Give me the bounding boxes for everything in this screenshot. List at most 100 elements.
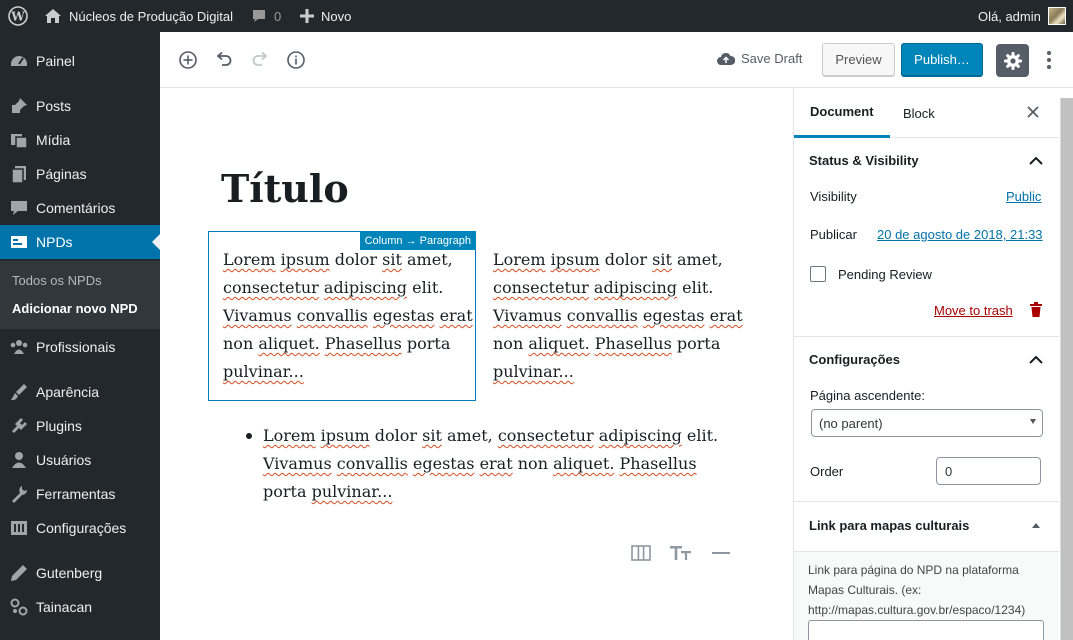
menu-item-tainacan[interactable]: Tainacan xyxy=(0,590,160,624)
chevron-up-icon[interactable] xyxy=(1028,351,1044,367)
settings-sidebar: Document Block Status & Visibility Visib… xyxy=(793,88,1073,640)
meta-box-description: Link para página do NPD na plataforma Ma… xyxy=(808,563,1026,617)
my-account-link[interactable]: Olá, admin xyxy=(978,0,1066,32)
undo-button[interactable] xyxy=(212,48,236,72)
columns-icon xyxy=(631,545,651,561)
menu-item-painel[interactable]: Painel xyxy=(0,44,160,78)
tab-block[interactable]: Block xyxy=(888,88,950,138)
info-button[interactable] xyxy=(284,48,308,72)
settings-toggle-button[interactable] xyxy=(996,44,1029,77)
npds-submenu: Todos os NPDs Adicionar novo NPD xyxy=(0,261,160,329)
menu-label: Configurações xyxy=(36,520,127,536)
tab-label: Block xyxy=(903,105,935,121)
brush-icon xyxy=(0,382,36,402)
panel-divider xyxy=(794,501,1059,502)
editor-toolbar: Save Draft Preview Publish… xyxy=(160,32,1073,88)
wordpress-logo-icon[interactable]: W xyxy=(8,0,28,32)
plus-icon xyxy=(300,9,314,23)
publish-label: Publish… xyxy=(914,52,970,67)
order-input[interactable]: 0 xyxy=(936,457,1041,485)
submenu-item-todos-os-npds[interactable]: Todos os NPDs xyxy=(12,273,102,288)
status-visibility-panel-title[interactable]: Status & Visibility xyxy=(809,153,919,168)
parent-page-select[interactable]: (no parent) xyxy=(811,409,1043,437)
parent-page-value: (no parent) xyxy=(819,415,883,431)
menu-item-midia[interactable]: Mídia xyxy=(0,123,160,157)
media-icon xyxy=(0,130,36,150)
publish-button[interactable]: Publish… xyxy=(901,43,983,76)
menu-item-usuarios[interactable]: Usuários xyxy=(0,443,160,477)
new-content-link[interactable]: Novo xyxy=(300,0,351,32)
menu-label: Aparência xyxy=(36,384,100,400)
menu-label: Gutenberg xyxy=(36,565,103,581)
mapas-link-input[interactable] xyxy=(808,620,1044,640)
publish-label: Publicar xyxy=(810,227,857,242)
redo-button[interactable] xyxy=(248,48,272,72)
comment-icon xyxy=(0,198,36,218)
tab-document[interactable]: Document xyxy=(794,88,890,138)
preview-label: Preview xyxy=(835,52,882,67)
column-paragraph-right[interactable]: Lorem ipsum dolor sit amet, consectetur … xyxy=(493,246,743,386)
avatar xyxy=(1047,7,1066,25)
meta-box-title[interactable]: Link para mapas culturais xyxy=(809,518,969,533)
home-icon xyxy=(45,9,61,23)
menu-label: Usuários xyxy=(36,452,92,468)
move-to-trash-link[interactable]: Move to trash xyxy=(934,303,1013,318)
config-panel-title[interactable]: Configurações xyxy=(809,352,900,367)
comments-link[interactable]: 0 xyxy=(251,0,281,32)
settings-icon xyxy=(0,518,36,538)
npd-icon xyxy=(0,232,36,252)
pending-review-checkbox[interactable] xyxy=(810,266,826,282)
groups-icon xyxy=(0,337,36,357)
insert-heading-button[interactable] xyxy=(669,541,693,565)
insert-separator-button[interactable] xyxy=(709,541,733,565)
menu-item-paginas[interactable]: Páginas xyxy=(0,157,160,191)
menu-label: Plugins xyxy=(36,418,82,434)
list-item[interactable]: Lorem ipsum dolor sit amet, consectetur … xyxy=(263,426,718,501)
tainacan-icon xyxy=(0,597,36,617)
redo-icon xyxy=(252,51,268,66)
menu-item-aparencia[interactable]: Aparência xyxy=(0,375,160,409)
chevron-down-icon xyxy=(1030,419,1036,424)
menu-item-comentarios[interactable]: Comentários xyxy=(0,191,160,225)
sidebar-scrollbar[interactable] xyxy=(1060,98,1073,640)
preview-button[interactable]: Preview xyxy=(822,43,895,76)
chevron-up-icon[interactable] xyxy=(1028,152,1044,168)
dashboard-icon xyxy=(0,51,36,71)
sidebar-tabs: Document Block xyxy=(794,88,1059,138)
menu-item-npds[interactable]: NPDs xyxy=(0,225,160,259)
menu-item-configuracoes[interactable]: Configurações xyxy=(0,511,160,545)
gear-icon xyxy=(1003,51,1022,70)
menu-label: Posts xyxy=(36,98,72,114)
site-name-link[interactable]: Núcleos de Produção Digital xyxy=(44,0,233,32)
editor-canvas: Título Column → Paragraph Lorem ipsum do… xyxy=(160,88,793,640)
close-sidebar-button[interactable] xyxy=(1023,102,1043,122)
comment-icon xyxy=(253,10,265,22)
menu-item-plugins[interactable]: Plugins xyxy=(0,409,160,443)
list-bullet xyxy=(246,433,252,439)
menu-item-ferramentas[interactable]: Ferramentas xyxy=(0,477,160,511)
save-draft-button[interactable]: Save Draft xyxy=(717,51,802,66)
column-paragraph-left[interactable]: Lorem ipsum dolor sit amet, consectetur … xyxy=(223,246,473,386)
menu-label: Ferramentas xyxy=(36,486,116,502)
menu-label: NPDs xyxy=(36,234,73,250)
publish-date-toggle[interactable]: 20 de agosto de 2018, 21:33 xyxy=(877,227,1043,242)
insert-columns-button[interactable] xyxy=(629,541,653,565)
menu-item-gutenberg[interactable]: Gutenberg xyxy=(0,556,160,590)
tab-label: Document xyxy=(810,104,874,119)
pending-review-label[interactable]: Pending Review xyxy=(838,267,932,282)
wrench-icon xyxy=(0,484,36,504)
panel-divider xyxy=(794,336,1059,337)
triangle-up-icon[interactable] xyxy=(1028,517,1044,533)
trash-icon[interactable] xyxy=(1030,302,1042,320)
menu-item-posts[interactable]: Posts xyxy=(0,89,160,123)
more-options-button[interactable] xyxy=(1037,48,1061,72)
visibility-toggle[interactable]: Public xyxy=(1006,189,1041,204)
submenu-item-adicionar-novo-npd[interactable]: Adicionar novo NPD xyxy=(12,301,138,316)
add-block-button[interactable] xyxy=(176,48,200,72)
menu-label: Mídia xyxy=(36,132,71,148)
list-block[interactable]: Lorem ipsum dolor sit amet, consectetur … xyxy=(246,422,743,506)
plugin-icon xyxy=(0,416,36,436)
pin-icon xyxy=(0,96,36,116)
menu-item-profissionais[interactable]: Profissionais xyxy=(0,330,160,364)
post-title[interactable]: Título xyxy=(221,166,349,211)
